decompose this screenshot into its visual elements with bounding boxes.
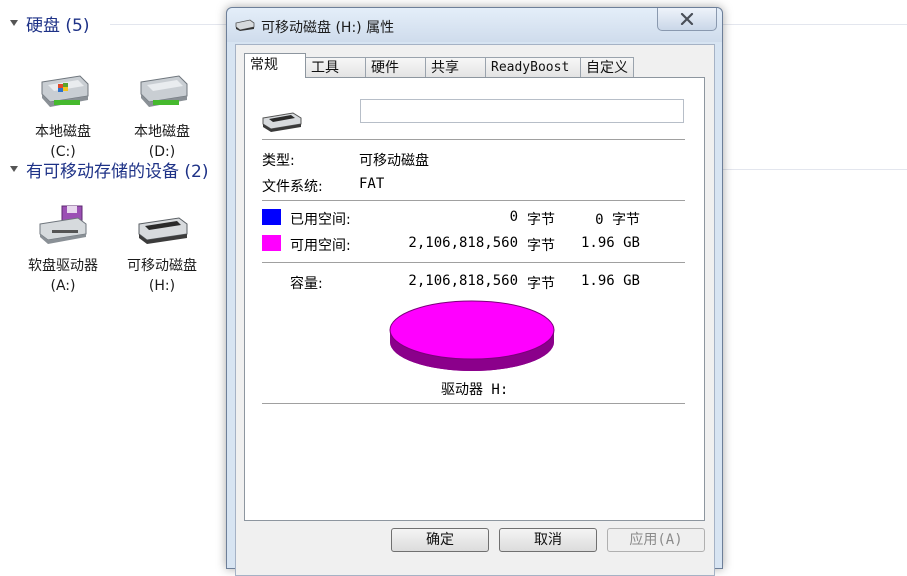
used-space-swatch xyxy=(262,209,281,225)
drive-name: 软盘驱动器 xyxy=(28,258,98,274)
dialog-titlebar[interactable]: 可移动磁盘 (H:) 属性 xyxy=(227,8,722,42)
pie-free-slice xyxy=(389,300,555,360)
general-tab-panel: 类型: 可移动磁盘 文件系统: FAT 已用空间: 0 字节 0 字节 可用空间… xyxy=(244,77,705,521)
removable-drive-icon xyxy=(138,217,188,244)
dialog-body: 常规 工具 硬件 共享 ReadyBoost 自定义 类型: 可移动磁盘 文件系… xyxy=(235,44,715,576)
cancel-button[interactable]: 取消 xyxy=(499,528,597,552)
removable-drive-icon xyxy=(262,112,302,132)
tab-hardware[interactable]: 硬件 xyxy=(365,57,426,78)
close-button[interactable] xyxy=(657,8,717,31)
group-divider xyxy=(722,24,907,25)
floppy-drive-icon xyxy=(39,205,87,244)
type-label: 类型: xyxy=(262,153,295,169)
disk-usage-pie xyxy=(389,300,555,371)
capacity-bytes: 2,106,818,560 xyxy=(408,273,518,289)
drive-label: 驱动器 H: xyxy=(441,382,509,398)
used-space-bytes: 0 xyxy=(509,209,518,225)
hard-drive-icon xyxy=(140,75,188,107)
used-space-bytes-unit: 字节 xyxy=(527,212,555,228)
group-header-removable[interactable]: 有可移动存储的设备 (2) xyxy=(10,157,209,182)
tab-general[interactable]: 常规 xyxy=(244,53,306,78)
drive-name: 可移动磁盘 xyxy=(127,258,197,274)
drive-item-d[interactable]: 本地磁盘 (D:) xyxy=(117,70,207,162)
free-space-swatch xyxy=(262,235,281,251)
collapse-arrow-icon[interactable] xyxy=(10,166,18,172)
free-space-bytes: 2,106,818,560 xyxy=(408,235,518,251)
drive-name-input[interactable] xyxy=(360,99,684,123)
capacity-size: 1.96 GB xyxy=(580,273,640,289)
tab-sharing[interactable]: 共享 xyxy=(425,57,486,78)
drive-name: 本地磁盘 xyxy=(134,124,190,140)
removable-drive-icon xyxy=(235,19,255,31)
capacity-bytes-unit: 字节 xyxy=(527,276,555,292)
properties-dialog: 可移动磁盘 (H:) 属性 常规 工具 硬件 共享 ReadyBoost 自定义… xyxy=(226,7,723,576)
free-space-bytes-unit: 字节 xyxy=(527,238,555,254)
group-header-hard-drives[interactable]: 硬盘 (5) xyxy=(10,11,90,36)
tab-readyboost[interactable]: ReadyBoost xyxy=(485,57,581,78)
dialog-title: 可移动磁盘 (H:) 属性 xyxy=(261,20,395,36)
group-header-label: 有可移动存储的设备 (2) xyxy=(26,161,209,182)
ok-button[interactable]: 确定 xyxy=(391,528,489,552)
divider xyxy=(262,200,685,201)
file-system-value: FAT xyxy=(359,176,385,192)
drive-item-c[interactable]: 本地磁盘 (C:) xyxy=(18,70,108,162)
group-divider xyxy=(722,169,907,170)
drive-letter: (A:) xyxy=(50,278,76,294)
group-divider xyxy=(110,24,226,25)
file-system-label: 文件系统: xyxy=(262,179,323,195)
tab-tools[interactable]: 工具 xyxy=(305,57,366,78)
free-space-size: 1.96 GB xyxy=(580,235,640,251)
apply-button[interactable]: 应用(A) xyxy=(607,528,705,552)
group-header-label: 硬盘 (5) xyxy=(26,15,90,36)
divider xyxy=(262,262,685,263)
drive-item-a[interactable]: 软盘驱动器 (A:) xyxy=(18,204,108,296)
used-space-label: 已用空间: xyxy=(290,212,351,228)
capacity-label: 容量: xyxy=(290,276,323,292)
drive-item-h[interactable]: 可移动磁盘 (H:) xyxy=(117,204,207,296)
hard-drive-windows-icon xyxy=(41,75,89,107)
drive-name: 本地磁盘 xyxy=(35,124,91,140)
drive-letter: (H:) xyxy=(148,278,176,294)
tab-strip: 常规 工具 硬件 共享 ReadyBoost 自定义 xyxy=(244,53,634,78)
tab-customize[interactable]: 自定义 xyxy=(580,57,634,78)
divider xyxy=(262,403,685,404)
type-value: 可移动磁盘 xyxy=(359,153,429,169)
divider xyxy=(262,139,685,140)
free-space-label: 可用空间: xyxy=(290,238,351,254)
close-icon xyxy=(680,13,694,25)
used-space-size: 0 字节 xyxy=(595,212,640,228)
collapse-arrow-icon[interactable] xyxy=(10,20,18,26)
